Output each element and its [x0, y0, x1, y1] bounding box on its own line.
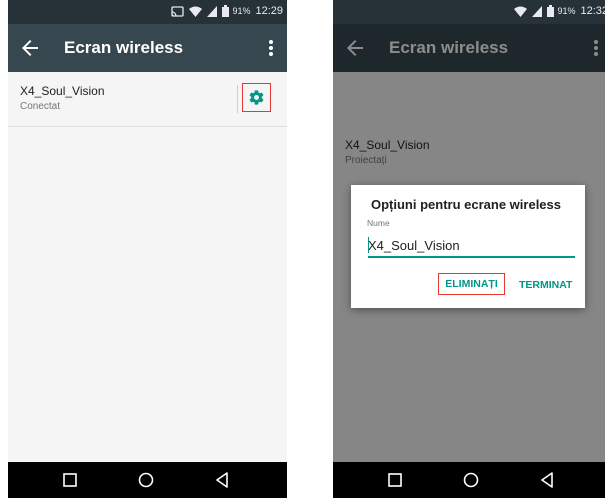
phone-screen-connected: 91% 12:29 Ecran wireless X4_Soul_Vision …: [8, 0, 287, 498]
cast-icon: [171, 5, 185, 17]
text-cursor: [368, 237, 369, 253]
wifi-icon: [189, 6, 203, 17]
device-settings-button[interactable]: [242, 83, 271, 112]
back-triangle-icon[interactable]: [212, 470, 232, 490]
home-icon[interactable]: [461, 470, 481, 490]
recents-icon[interactable]: [60, 470, 80, 490]
page-title: Ecran wireless: [64, 38, 184, 57]
battery-icon: [547, 5, 555, 17]
name-field-label: Nume: [367, 218, 390, 228]
clock: 12:29: [255, 5, 283, 17]
done-button[interactable]: TERMINAT: [519, 279, 572, 291]
battery-percent: 91%: [557, 6, 576, 16]
clock: 12:32: [580, 5, 605, 17]
status-bar: 91% 12:29: [8, 0, 287, 24]
recents-icon[interactable]: [385, 470, 405, 490]
phone-screen-dialog: 91% 12:32 Ecran wireless X4_Soul_Vision …: [333, 0, 605, 498]
navigation-bar: [8, 462, 287, 498]
signal-icon: [532, 5, 543, 17]
dialog-title: Opțiuni pentru ecrane wireless: [371, 197, 561, 212]
back-arrow-icon[interactable]: [18, 36, 42, 60]
name-input-value: X4_Soul_Vision: [368, 238, 460, 253]
battery-percent: 91%: [232, 6, 251, 16]
back-triangle-icon[interactable]: [537, 470, 557, 490]
device-list: X4_Soul_Vision Conectat: [8, 72, 287, 462]
wireless-display-options-dialog: Opțiuni pentru ecrane wireless Nume X4_S…: [351, 185, 585, 308]
remove-button-label: ELIMINAȚI: [445, 278, 498, 290]
signal-icon: [207, 5, 218, 17]
device-name: X4_Soul_Vision: [20, 84, 105, 98]
navigation-bar: [333, 462, 605, 498]
wifi-icon: [514, 6, 528, 17]
overflow-menu-icon[interactable]: [261, 36, 281, 60]
gear-icon: [249, 90, 264, 105]
app-bar: Ecran wireless: [8, 24, 287, 72]
list-item-device[interactable]: X4_Soul_Vision Conectat: [8, 72, 287, 127]
name-input[interactable]: X4_Soul_Vision: [368, 237, 575, 258]
battery-icon: [222, 5, 230, 17]
home-icon[interactable]: [136, 470, 156, 490]
remove-button[interactable]: ELIMINAȚI: [438, 273, 505, 295]
status-bar: 91% 12:32: [333, 0, 605, 24]
divider: [237, 85, 238, 113]
device-status: Conectat: [20, 101, 61, 112]
